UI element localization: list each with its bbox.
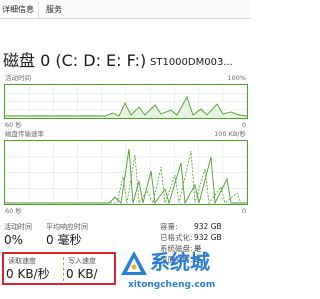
read-write-highlight-box (2, 252, 116, 285)
tab-bar: 详细信息 服务 (0, 0, 251, 19)
info-formatted-key: 已格式化: (160, 233, 193, 242)
active-time-label: 活动时间 (4, 223, 32, 231)
avg-response-label: 平均响应时间 (46, 223, 88, 231)
disk-title: 磁盘 0 (C: D: E: F:) (3, 51, 147, 70)
active-time-value: 0% (4, 233, 24, 247)
activity-chart-min: 0 (241, 121, 246, 129)
transfer-chart-min: 0 (241, 207, 246, 215)
watermark-url: xitongcheng.com (128, 280, 216, 290)
avg-response-value: 0 毫秒 (46, 233, 82, 247)
transfer-chart-max: 100 KB/秒 (214, 130, 246, 138)
activity-chart (4, 84, 248, 119)
transfer-chart-timespan: 60 秒 (5, 207, 22, 215)
activity-chart-label: 活动时间 (5, 74, 31, 82)
watermark-logo-icon (121, 251, 147, 275)
info-capacity-value: 932 GB (194, 222, 222, 231)
info-capacity: 容量: 932 GB (160, 221, 252, 232)
info-formatted: 已格式化: 932 GB (160, 232, 252, 243)
info-capacity-key: 容量: (160, 222, 178, 231)
activity-chart-max: 100% (227, 74, 246, 82)
info-formatted-value: 932 GB (194, 233, 222, 242)
transfer-chart-svg (5, 141, 247, 204)
tab-services[interactable]: 服务 (42, 1, 66, 18)
watermark-text: 系统城 (150, 250, 210, 274)
transfer-chart (4, 140, 248, 205)
transfer-chart-label: 磁盘传输速率 (5, 130, 44, 138)
activity-chart-timespan: 60 秒 (5, 121, 22, 129)
tab-details[interactable]: 详细信息 (0, 1, 39, 18)
activity-chart-svg (5, 85, 247, 118)
disk-model: ST1000DM003... (150, 57, 233, 68)
